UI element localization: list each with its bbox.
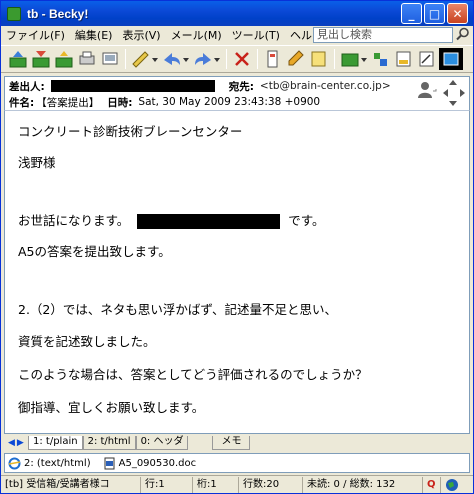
status-line-count: 行数:20 <box>239 476 303 493</box>
notebook-icon[interactable] <box>439 48 463 70</box>
redacted-name <box>137 214 281 229</box>
menu-mail[interactable]: メール(M) <box>166 27 227 43</box>
header-nav-icons[interactable] <box>415 78 467 108</box>
status-unread-total: 未読: 0 / 総数: 132 <box>303 476 423 493</box>
status-mode[interactable]: Q <box>423 476 441 493</box>
delete-icon[interactable] <box>231 48 253 70</box>
sort-icon[interactable] <box>370 48 392 70</box>
check-mail-icon[interactable] <box>7 48 29 70</box>
attach-icon[interactable] <box>393 48 415 70</box>
toolbar-separator <box>334 49 335 69</box>
body-line: コンクリート診断技術ブレーンセンター <box>18 124 243 139</box>
tab-plain[interactable]: 1: t/plain <box>28 436 83 450</box>
maximize-button[interactable]: □ <box>424 3 445 24</box>
message-header: 差出人: 宛先: <tb@brain-center.co.jp> 件名: 【答案… <box>4 76 470 110</box>
status-bar: [tb] 受信箱/受講者様コ 行:1 桁:1 行数:20 未読: 0 / 総数:… <box>1 475 473 493</box>
from-label: 差出人: <box>9 80 45 93</box>
tab-scroll-right-icon[interactable]: ▶ <box>17 438 24 448</box>
preview-icon[interactable] <box>99 48 121 70</box>
attachment-html-label: 2: (text/html) <box>24 457 91 469</box>
new-mail-icon[interactable] <box>130 48 160 70</box>
attachment-bar: 2: (text/html) A5_090530.doc <box>4 453 470 473</box>
header-search-input[interactable]: 見出し検索 <box>313 27 453 43</box>
mail-window: tb - Becky! _ □ ✕ ファイル(F) 編集(E) 表示(V) メー… <box>0 0 474 494</box>
subject-value: 【答案提出】 <box>36 96 100 109</box>
redacted-sender <box>50 80 215 92</box>
send-mail-icon[interactable] <box>30 48 52 70</box>
ie-icon <box>8 457 21 469</box>
body-greeting-text: お世話になります。 <box>18 213 130 228</box>
body-line: 御指導、宜しくお願い致します。 <box>18 400 205 415</box>
header-from-row: 差出人: 宛先: <tb@brain-center.co.jp> <box>9 79 391 93</box>
print-icon[interactable] <box>76 48 98 70</box>
globe-icon[interactable] <box>445 478 459 492</box>
toolbar-separator <box>125 49 126 69</box>
date-label: 日時: <box>107 96 133 109</box>
body-line: 資質を記述致しました。 <box>18 334 156 349</box>
window-title: tb - Becky! <box>27 6 89 21</box>
body-line: このような場合は、答案としてどう評価されるのでしょうか？ <box>18 367 368 382</box>
filter-icon[interactable] <box>262 48 284 70</box>
to-address[interactable]: <tb@brain-center.co.jp> <box>260 80 391 92</box>
body-line-greeting: お世話になります。 です。 <box>18 210 325 229</box>
menu-file[interactable]: ファイル(F) <box>1 27 70 43</box>
menu-view[interactable]: 表示(V) <box>117 27 165 43</box>
menu-tools[interactable]: ツール(T) <box>227 27 285 43</box>
address-book-icon[interactable] <box>339 48 369 70</box>
document-icon <box>104 457 115 469</box>
attachment-html[interactable]: 2: (text/html) <box>8 457 91 470</box>
app-icon <box>7 6 21 21</box>
status-folder: [tb] 受信箱/受講者様コ <box>1 476 141 493</box>
body-line: 2.（2）では、ネタも思い浮かばず、記述量不足と思い、 <box>18 302 338 317</box>
tab-scroll-left-icon[interactable]: ◀ <box>8 438 15 448</box>
body-line: A5の答案を提出致します。 <box>18 244 171 259</box>
memo-icon[interactable] <box>416 48 438 70</box>
forward-icon[interactable] <box>192 48 222 70</box>
send-receive-icon[interactable] <box>53 48 75 70</box>
header-subject-row: 件名: 【答案提出】 日時: Sat, 30 May 2009 23:43:38… <box>9 95 320 109</box>
attachment-doc[interactable]: A5_090530.doc <box>103 457 197 470</box>
subject-label: 件名: <box>9 96 35 109</box>
attachment-doc-label: A5_090530.doc <box>118 457 197 469</box>
tab-header[interactable]: 0: ヘッダ <box>135 436 189 450</box>
body-greeting-end: です。 <box>288 213 325 228</box>
menu-bar: ファイル(F) 編集(E) 表示(V) メール(M) ツール(T) ヘルプ(H)… <box>1 26 473 44</box>
body-line: 浅野様 <box>18 155 56 170</box>
date-value: Sat, 30 May 2009 23:43:38 +0900 <box>138 96 321 108</box>
tab-html[interactable]: 2: t/html <box>82 436 136 450</box>
body-tab-bar: ◀ ▶ 1: t/plain 2: t/html 0: ヘッダ メモ <box>4 435 470 451</box>
search-icon[interactable] <box>456 27 470 41</box>
toolbar-separator <box>226 49 227 69</box>
message-body[interactable]: コンクリート診断技術ブレーンセンター 浅野様 お世話になります。 です。 A5の… <box>4 110 470 434</box>
minimize-button[interactable]: _ <box>401 3 422 24</box>
note-icon[interactable] <box>308 48 330 70</box>
toolbar-separator <box>257 49 258 69</box>
menu-edit[interactable]: 編集(E) <box>70 27 118 43</box>
status-line: 行:1 <box>141 476 193 493</box>
toolbar <box>1 45 473 73</box>
to-label: 宛先: <box>228 80 254 93</box>
status-column: 桁:1 <box>193 476 239 493</box>
title-bar[interactable]: tb - Becky! _ □ ✕ <box>1 1 473 26</box>
tab-memo[interactable]: メモ <box>212 436 251 450</box>
reply-icon[interactable] <box>161 48 191 70</box>
compose-icon[interactable] <box>285 48 307 70</box>
close-button[interactable]: ✕ <box>447 3 468 24</box>
